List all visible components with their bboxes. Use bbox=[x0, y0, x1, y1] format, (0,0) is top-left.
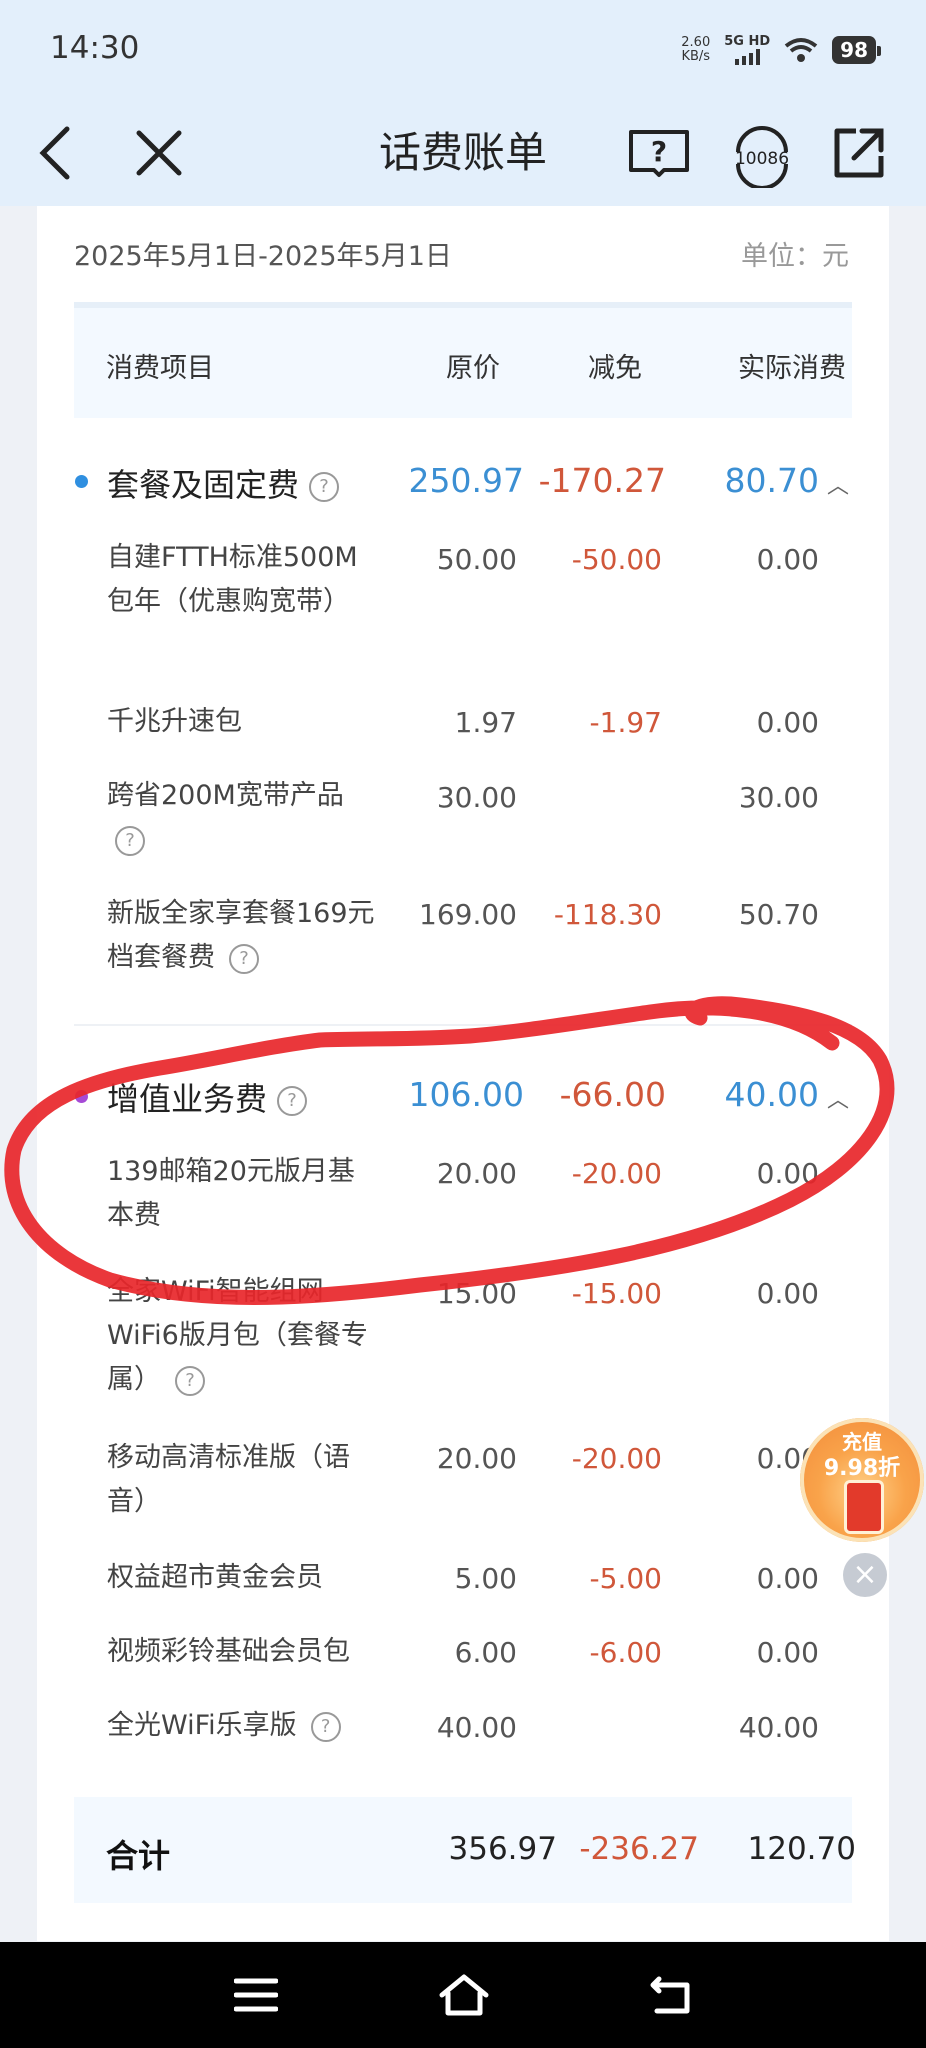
item-actual-amount: 0.00 bbox=[756, 543, 819, 576]
column-header-discount: 减免 bbox=[588, 353, 642, 384]
help-icon[interactable]: ? bbox=[229, 943, 259, 974]
title-bar: 话费账单 ? 10086 bbox=[0, 100, 926, 206]
headset-icon: 10086 bbox=[735, 126, 789, 190]
unit-label: 单位：元 bbox=[741, 241, 849, 272]
phone-icon bbox=[844, 1480, 884, 1534]
item-original-amount: 50.00 bbox=[436, 543, 517, 576]
signal-icon: 5G HD bbox=[724, 35, 770, 65]
item-discount-amount: -5.00 bbox=[589, 1562, 662, 1595]
column-header-item: 消费项目 bbox=[106, 353, 214, 384]
menu-button[interactable] bbox=[226, 1967, 286, 2023]
status-indicators: 2.60 KB/s 5G HD 98 bbox=[681, 30, 881, 70]
promo-line-2: 9.98折 bbox=[823, 1456, 901, 1481]
category-dot bbox=[75, 1090, 88, 1103]
item-original-amount: 20.00 bbox=[436, 1442, 517, 1475]
item-actual-amount: 0.00 bbox=[756, 1636, 819, 1669]
close-button[interactable] bbox=[124, 118, 194, 188]
item-actual-amount: 0.00 bbox=[756, 706, 819, 739]
battery-indicator: 98 bbox=[832, 36, 881, 64]
category-actual-amount: 80.70 bbox=[724, 461, 819, 500]
bill-card: 2025年5月1日-2025年5月1日 单位：元 消费项目 原价 减免 实际消费… bbox=[37, 206, 889, 1941]
network-speed: 2.60 KB/s bbox=[681, 35, 711, 64]
share-button[interactable] bbox=[824, 118, 894, 188]
item-discount-amount: -50.00 bbox=[571, 543, 662, 576]
help-book-button[interactable]: ? bbox=[624, 118, 694, 188]
total-original-amount: 356.97 bbox=[448, 1831, 557, 1867]
date-range: 2025年5月1日-2025年5月1日 bbox=[74, 241, 452, 272]
category-actual-amount: 40.00 bbox=[724, 1075, 819, 1114]
total-label: 合计 bbox=[106, 1837, 171, 1875]
item-original-amount: 30.00 bbox=[436, 781, 517, 814]
back-button[interactable] bbox=[20, 118, 90, 188]
back-nav-button[interactable] bbox=[642, 1967, 702, 2023]
section-divider bbox=[74, 1024, 852, 1026]
item-discount-amount: -118.30 bbox=[553, 898, 662, 931]
item-original-amount: 15.00 bbox=[436, 1277, 517, 1310]
table-header: 消费项目 原价 减免 实际消费 bbox=[74, 302, 852, 418]
back-icon bbox=[650, 1976, 690, 2014]
help-icon[interactable]: ? bbox=[115, 825, 145, 856]
chevron-left-icon bbox=[39, 126, 70, 180]
item-discount-amount: -15.00 bbox=[571, 1277, 662, 1310]
recharge-promo-badge[interactable]: 充值 9.98折 bbox=[800, 1418, 924, 1542]
system-nav-bar bbox=[0, 1942, 926, 2048]
total-actual-amount: 120.70 bbox=[747, 1831, 856, 1867]
item-actual-amount: 0.00 bbox=[756, 1277, 819, 1310]
item-discount-amount: -20.00 bbox=[571, 1157, 662, 1190]
close-icon bbox=[136, 130, 182, 176]
chevron-up-icon[interactable]: ︿ bbox=[827, 1082, 849, 1114]
home-icon bbox=[439, 1974, 489, 2016]
item-original-amount: 169.00 bbox=[419, 898, 517, 931]
help-book-icon: ? bbox=[629, 130, 689, 177]
category-original-amount: 106.00 bbox=[408, 1075, 524, 1114]
svg-text:10086: 10086 bbox=[735, 149, 789, 169]
item-actual-amount: 40.00 bbox=[738, 1711, 819, 1744]
item-actual-amount: 30.00 bbox=[738, 781, 819, 814]
close-promo-button[interactable]: × bbox=[843, 1553, 887, 1597]
status-time: 14:30 bbox=[50, 30, 140, 66]
item-actual-amount: 0.00 bbox=[756, 1562, 819, 1595]
item-original-amount: 6.00 bbox=[454, 1636, 517, 1669]
item-actual-amount: 50.70 bbox=[738, 898, 819, 931]
item-original-amount: 1.97 bbox=[454, 706, 517, 739]
chevron-up-icon[interactable]: ︿ bbox=[827, 468, 849, 500]
svg-text:?: ? bbox=[651, 135, 667, 168]
item-discount-amount: -20.00 bbox=[571, 1442, 662, 1475]
wifi-icon bbox=[784, 38, 818, 62]
item-original-amount: 5.00 bbox=[454, 1562, 517, 1595]
home-button[interactable] bbox=[434, 1967, 494, 2023]
hotline-10086-button[interactable]: 10086 bbox=[730, 118, 794, 190]
column-header-actual: 实际消费 bbox=[738, 353, 846, 384]
item-discount-amount: -1.97 bbox=[589, 706, 662, 739]
menu-icon bbox=[234, 1978, 278, 2012]
item-original-amount: 20.00 bbox=[436, 1157, 517, 1190]
total-discount-amount: -236.27 bbox=[579, 1831, 699, 1867]
item-actual-amount: 0.00 bbox=[756, 1442, 819, 1475]
category-discount-amount: -170.27 bbox=[538, 461, 666, 500]
category-original-amount: 250.97 bbox=[408, 461, 524, 500]
share-icon bbox=[834, 128, 884, 178]
category-name[interactable]: 增值业务费? bbox=[107, 1074, 308, 1120]
help-icon[interactable]: ? bbox=[175, 1365, 205, 1396]
item-actual-amount: 0.00 bbox=[756, 1157, 819, 1190]
item-original-amount: 40.00 bbox=[436, 1711, 517, 1744]
total-row: 合计 356.97 -236.27 120.70 bbox=[74, 1797, 856, 1903]
category-discount-amount: -66.00 bbox=[559, 1075, 666, 1114]
column-header-original: 原价 bbox=[446, 353, 500, 384]
category-dot bbox=[75, 475, 88, 488]
status-bar: 14:30 2.60 KB/s 5G HD 98 bbox=[0, 0, 926, 100]
item-discount-amount: -6.00 bbox=[589, 1636, 662, 1669]
